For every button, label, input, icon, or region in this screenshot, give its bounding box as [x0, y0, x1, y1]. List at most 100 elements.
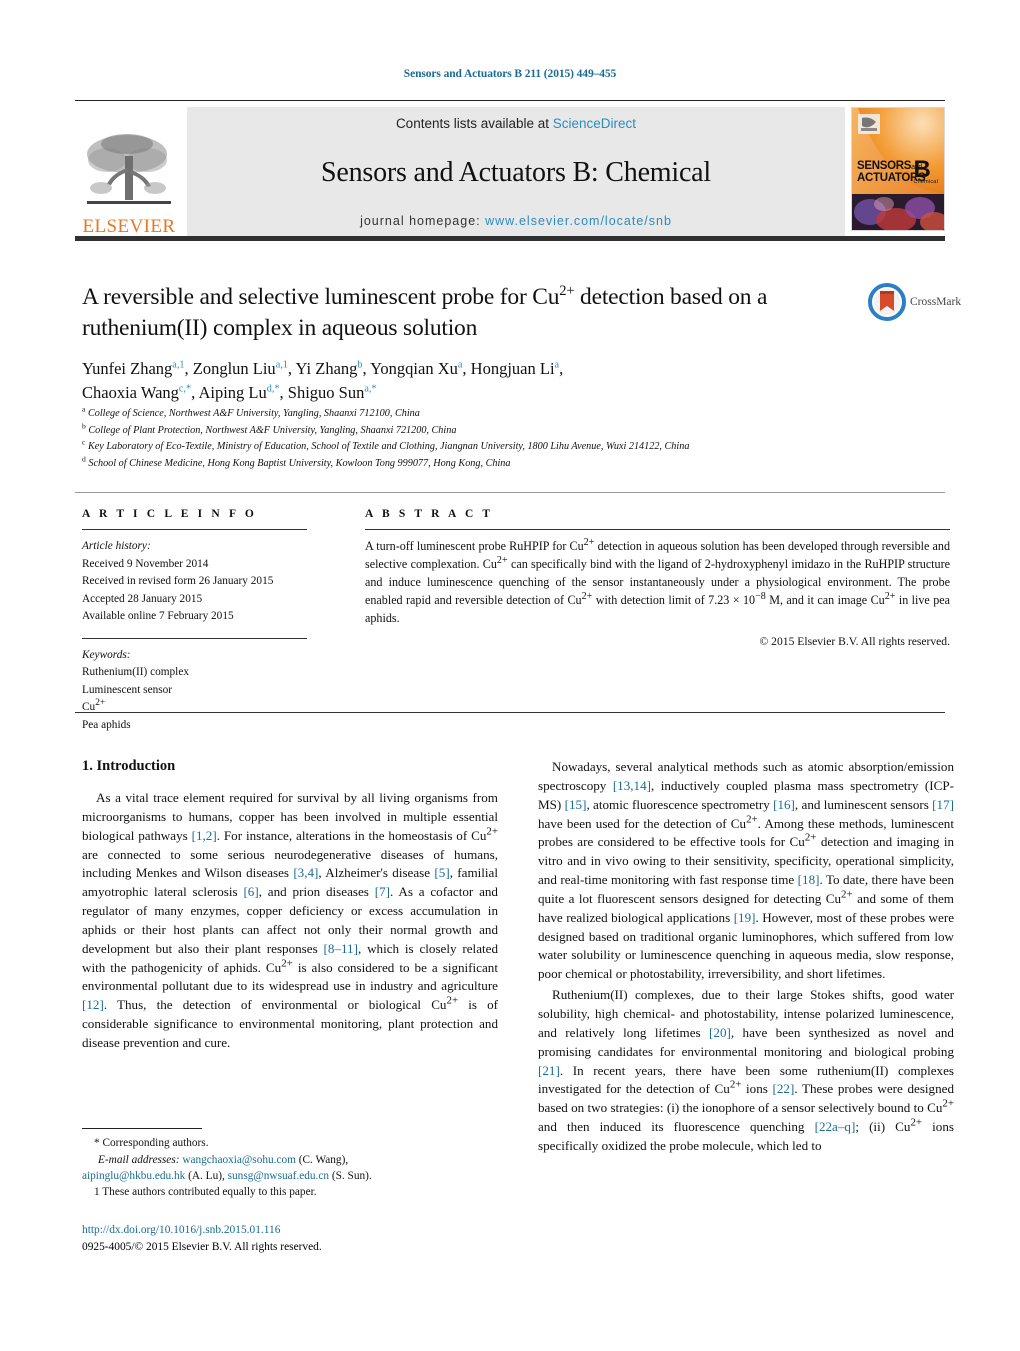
author-entry[interactable]: Zonglun Liua,1	[193, 359, 288, 378]
crossmark-badge[interactable]: CrossMark	[868, 282, 964, 322]
paragraph: Nowadays, several analytical methods suc…	[538, 759, 955, 982]
homepage-url-link[interactable]: www.elsevier.com/locate/snb	[485, 214, 672, 228]
keyword-item: Ruthenium(II) complex	[82, 666, 189, 678]
affiliation-text: College of Plant Protection, Northwest A…	[88, 424, 457, 436]
issn-copyright-line: 0925-4005/© 2015 Elsevier B.V. All right…	[82, 1241, 322, 1254]
affiliations-list: a College of Science, Northwest A&F Univ…	[82, 404, 962, 472]
corresponding-text: * Corresponding authors.	[94, 1137, 209, 1150]
citation-ref[interactable]: [6]	[243, 884, 258, 899]
affiliation-item: b College of Plant Protection, Northwest…	[82, 421, 962, 440]
affiliation-mark: c	[82, 437, 86, 447]
email-addresses-note: E-mail addresses: wangchaoxia@sohu.com (…	[82, 1152, 498, 1185]
citation-ref[interactable]: [22]	[773, 1081, 795, 1096]
abstract-rule	[365, 529, 950, 530]
affiliation-mark: b	[82, 421, 86, 431]
email-owner: (C. Wang),	[295, 1153, 349, 1166]
citation-ref[interactable]: [1,2]	[192, 828, 217, 843]
contents-available-line: Contents lists available at ScienceDirec…	[396, 116, 636, 131]
article-info-column: A R T I C L E I N F O Article history: R…	[82, 508, 307, 734]
elsevier-wordmark: ELSEVIER	[82, 216, 176, 237]
citation-ref[interactable]: [7]	[375, 884, 390, 899]
affiliation-item: c Key Laboratory of Eco-Textile, Ministr…	[82, 437, 962, 456]
title-block: A reversible and selective luminescent p…	[82, 282, 852, 405]
abstract-heading: A B S T R A C T	[365, 508, 494, 520]
abstract-text: A turn-off luminescent probe RuHPIP for …	[365, 536, 950, 625]
citation-ref[interactable]: [22a–q]	[815, 1119, 856, 1134]
citation-ref[interactable]: [21]	[538, 1063, 560, 1078]
sciencedirect-link[interactable]: ScienceDirect	[553, 116, 636, 131]
right-column: Nowadays, several analytical methods suc…	[538, 758, 954, 1158]
citation-ref[interactable]: [20]	[709, 1025, 731, 1040]
footnote-block: * Corresponding authors. E-mail addresse…	[82, 1128, 498, 1200]
cover-line1: SENSORS	[857, 160, 912, 172]
affiliation-item: a College of Science, Northwest A&F Univ…	[82, 404, 962, 423]
section-heading-introduction: 1. Introduction	[82, 758, 176, 774]
author-name: Hongjuan Li	[470, 359, 555, 379]
keywords-label: Keywords:	[82, 648, 131, 661]
author-entry[interactable]: Hongjuan Lia	[471, 359, 559, 378]
citation-ref[interactable]: [12]	[82, 997, 104, 1012]
citation-ref[interactable]: [19]	[734, 910, 756, 925]
keyword-item: Luminescent sensor	[82, 683, 173, 696]
citation-ref[interactable]: [16]	[773, 797, 795, 812]
title-part-1: A reversible and selective luminescent p…	[82, 284, 560, 310]
article-history-label: Article history:	[82, 540, 151, 552]
author-entry[interactable]: Yongqian Xua	[370, 359, 462, 378]
citation-ref[interactable]: [5]	[434, 865, 449, 880]
masthead-bottom-rule	[75, 236, 945, 241]
author-entry[interactable]: Aiping Lud,*	[198, 383, 279, 402]
email-link[interactable]: wangchaoxia@sohu.com	[182, 1154, 296, 1166]
author-name: Aiping Lu	[198, 383, 267, 403]
citation-ref[interactable]: [8–11]	[324, 941, 358, 956]
author-entry[interactable]: Yunfei Zhanga,1	[82, 359, 184, 378]
email-link[interactable]: aipinglu@hkbu.edu.hk	[82, 1170, 185, 1182]
paragraph: As a vital trace element required for su…	[82, 790, 499, 1050]
citation-ref[interactable]: [3,4]	[293, 865, 318, 880]
author-sep: ,	[184, 359, 193, 379]
author-sep: ,	[287, 359, 296, 379]
journal-band: Contents lists available at ScienceDirec…	[187, 107, 845, 238]
equal-contribution-text: 1 These authors contributed equally to t…	[94, 1186, 317, 1199]
affiliation-mark: a	[82, 404, 86, 414]
elsevier-tree-icon	[87, 134, 171, 204]
doi-block: http://dx.doi.org/10.1016/j.snb.2015.01.…	[82, 1222, 542, 1256]
author-name: Zonglun Liu	[192, 359, 276, 379]
crossmark-label: CrossMark	[910, 296, 962, 308]
keywords-rule	[82, 637, 307, 639]
equal-contribution-note: 1 These authors contributed equally to t…	[82, 1184, 498, 1200]
author-name: Yunfei Zhang	[82, 359, 173, 379]
doi-link[interactable]: http://dx.doi.org/10.1016/j.snb.2015.01.…	[82, 1222, 542, 1239]
crossmark-icon	[868, 283, 906, 321]
elsevier-logo: ELSEVIER	[75, 107, 183, 238]
history-item: Received 9 November 2014	[82, 557, 209, 570]
citation-ref[interactable]: [17]	[932, 797, 954, 812]
cover-volume-subtitle: Chemical	[913, 179, 938, 185]
affiliation-text: Key Laboratory of Eco-Textile, Ministry …	[87, 441, 690, 453]
journal-masthead: ELSEVIER Contents lists available at Sci…	[75, 100, 945, 238]
author-entry[interactable]: Yi Zhangb	[296, 359, 363, 378]
affiliation-text: School of Chinese Medicine, Hong Kong Ba…	[88, 457, 511, 469]
citation-ref[interactable]: [15]	[565, 797, 587, 812]
abstract-column: A B S T R A C T A turn-off luminescent p…	[365, 508, 950, 648]
citation-ref[interactable]: [13,14]	[613, 778, 651, 793]
citation-ref[interactable]: [18]	[798, 872, 820, 887]
author-sep: ,	[279, 383, 288, 403]
author-affiliation-mark: a,1	[172, 359, 185, 371]
author-sep: ,	[559, 359, 564, 379]
author-entry[interactable]: Chaoxia Wangc,*	[82, 383, 191, 402]
journal-title: Sensors and Actuators B: Chemical	[320, 156, 711, 188]
title-superscript: 2+	[559, 283, 575, 300]
running-head: Sensors and Actuators B 211 (2015) 449–4…	[403, 68, 617, 80]
keyword-item: Pea aphids	[82, 718, 131, 731]
left-column: 1. Introduction As a vital trace element…	[82, 758, 498, 1158]
abstract-copyright: © 2015 Elsevier B.V. All rights reserved…	[759, 635, 950, 649]
author-affiliation-mark: a,*	[364, 383, 377, 395]
email-link[interactable]: sunsg@nwsuaf.edu.cn	[228, 1170, 329, 1182]
history-item: Received in revised form 26 January 2015	[82, 575, 274, 587]
email-label: E-mail addresses:	[98, 1153, 180, 1166]
author-entry[interactable]: Shiguo Suna,*	[288, 383, 377, 402]
history-item: Accepted 28 January 2015	[82, 592, 203, 605]
contents-prefix: Contents lists available at	[395, 116, 553, 131]
affiliation-mark: d	[82, 454, 86, 464]
keywords-group: Keywords: Ruthenium(II) complex Luminesc…	[82, 647, 307, 735]
